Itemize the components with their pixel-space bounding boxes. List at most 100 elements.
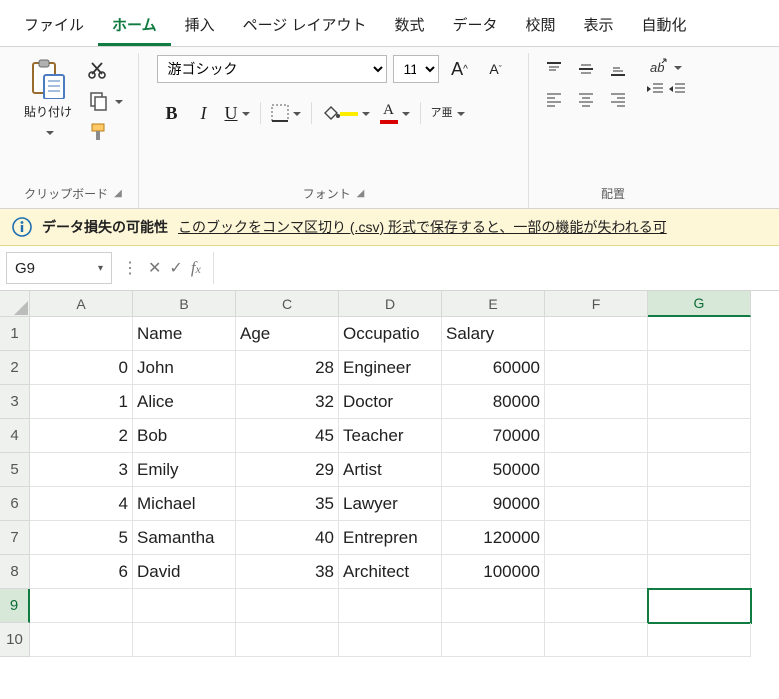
column-header[interactable]: F — [545, 291, 648, 317]
cell[interactable] — [339, 589, 442, 623]
row-header[interactable]: 10 — [0, 623, 30, 657]
cell[interactable]: 50000 — [442, 453, 545, 487]
cell[interactable]: 40 — [236, 521, 339, 555]
cell[interactable]: 45 — [236, 419, 339, 453]
menu-item-7[interactable]: 表示 — [570, 8, 628, 46]
cell[interactable] — [648, 419, 751, 453]
cell[interactable]: 1 — [30, 385, 133, 419]
cell[interactable] — [30, 317, 133, 351]
cell[interactable]: 90000 — [442, 487, 545, 521]
enter-formula-button[interactable]: ✓ — [169, 258, 182, 278]
cell[interactable]: Name — [133, 317, 236, 351]
row-header[interactable]: 3 — [0, 385, 30, 419]
cell[interactable] — [648, 623, 751, 657]
column-header[interactable]: G — [648, 291, 751, 317]
cell[interactable]: 100000 — [442, 555, 545, 589]
cell[interactable] — [236, 589, 339, 623]
cell[interactable]: 32 — [236, 385, 339, 419]
row-header[interactable]: 8 — [0, 555, 30, 589]
cell[interactable] — [236, 623, 339, 657]
menu-item-0[interactable]: ファイル — [10, 8, 98, 46]
cell[interactable] — [648, 521, 751, 555]
decrease-indent-button[interactable] — [645, 81, 665, 97]
orientation-button[interactable]: ab — [645, 55, 687, 79]
cell[interactable] — [648, 317, 751, 351]
font-size-select[interactable]: 11 — [393, 55, 439, 83]
cell[interactable]: Bob — [133, 419, 236, 453]
menu-item-4[interactable]: 数式 — [380, 8, 438, 46]
cell[interactable]: 3 — [30, 453, 133, 487]
underline-button[interactable]: U — [221, 99, 254, 127]
cut-button[interactable] — [86, 59, 110, 81]
cell[interactable] — [545, 589, 648, 623]
row-header[interactable]: 1 — [0, 317, 30, 351]
italic-button[interactable]: I — [189, 99, 219, 127]
cell[interactable] — [648, 589, 751, 623]
font-dialog-launcher[interactable]: ◢ — [357, 188, 365, 199]
cell[interactable]: Teacher — [339, 419, 442, 453]
cell[interactable] — [545, 317, 648, 351]
select-all-corner[interactable] — [0, 291, 30, 317]
cell[interactable]: 28 — [236, 351, 339, 385]
row-header[interactable]: 4 — [0, 419, 30, 453]
bold-button[interactable]: B — [157, 99, 187, 127]
formula-input[interactable] — [213, 252, 779, 284]
row-header[interactable]: 2 — [0, 351, 30, 385]
increase-font-button[interactable]: A^ — [445, 55, 475, 83]
increase-indent-button[interactable] — [667, 81, 687, 97]
cell[interactable]: 6 — [30, 555, 133, 589]
column-header[interactable]: E — [442, 291, 545, 317]
cell[interactable]: Salary — [442, 317, 545, 351]
cell[interactable]: 120000 — [442, 521, 545, 555]
cell[interactable]: John — [133, 351, 236, 385]
cell[interactable]: Occupatio — [339, 317, 442, 351]
align-bottom-button[interactable] — [603, 55, 633, 83]
column-header[interactable]: A — [30, 291, 133, 317]
row-header[interactable]: 9 — [0, 589, 30, 623]
cell[interactable]: Doctor — [339, 385, 442, 419]
cell[interactable] — [133, 589, 236, 623]
vertical-dots-icon[interactable]: ⋮ — [118, 258, 142, 278]
menu-item-1[interactable]: ホーム — [98, 8, 171, 46]
row-header[interactable]: 5 — [0, 453, 30, 487]
column-header[interactable]: B — [133, 291, 236, 317]
copy-button[interactable] — [86, 89, 126, 113]
cell[interactable] — [648, 453, 751, 487]
cell[interactable] — [545, 351, 648, 385]
cell[interactable] — [648, 351, 751, 385]
align-middle-button[interactable] — [571, 55, 601, 83]
cell[interactable] — [545, 555, 648, 589]
cancel-formula-button[interactable]: ✕ — [148, 258, 161, 278]
align-top-button[interactable] — [539, 55, 569, 83]
cell[interactable] — [30, 623, 133, 657]
menu-item-8[interactable]: 自動化 — [628, 8, 701, 46]
menu-item-5[interactable]: データ — [438, 8, 511, 46]
cell[interactable]: 38 — [236, 555, 339, 589]
align-right-button[interactable] — [603, 85, 633, 113]
fill-color-button[interactable] — [318, 99, 374, 127]
cell[interactable]: 29 — [236, 453, 339, 487]
cell[interactable]: 35 — [236, 487, 339, 521]
row-header[interactable]: 6 — [0, 487, 30, 521]
borders-button[interactable] — [267, 99, 305, 127]
cell[interactable]: Emily — [133, 453, 236, 487]
warning-message[interactable]: このブックをコンマ区切り (.csv) 形式で保存すると、一部の機能が失われる可 — [178, 217, 667, 237]
name-box[interactable]: G9 ▾ — [6, 252, 112, 284]
cell[interactable] — [648, 487, 751, 521]
align-left-button[interactable] — [539, 85, 569, 113]
cell[interactable]: 5 — [30, 521, 133, 555]
cell[interactable] — [648, 385, 751, 419]
cell[interactable] — [30, 589, 133, 623]
clipboard-dialog-launcher[interactable]: ◢ — [114, 188, 122, 199]
font-color-button[interactable]: A — [376, 99, 414, 127]
menu-item-2[interactable]: 挿入 — [171, 8, 229, 46]
phonetic-button[interactable]: ア亜 — [427, 99, 469, 127]
paste-button[interactable]: 貼り付け — [18, 55, 78, 144]
cell[interactable] — [545, 487, 648, 521]
align-center-button[interactable] — [571, 85, 601, 113]
menu-item-6[interactable]: 校閲 — [512, 8, 570, 46]
cell[interactable]: 80000 — [442, 385, 545, 419]
cell[interactable]: Artist — [339, 453, 442, 487]
cell[interactable] — [545, 419, 648, 453]
format-painter-button[interactable] — [86, 121, 110, 143]
